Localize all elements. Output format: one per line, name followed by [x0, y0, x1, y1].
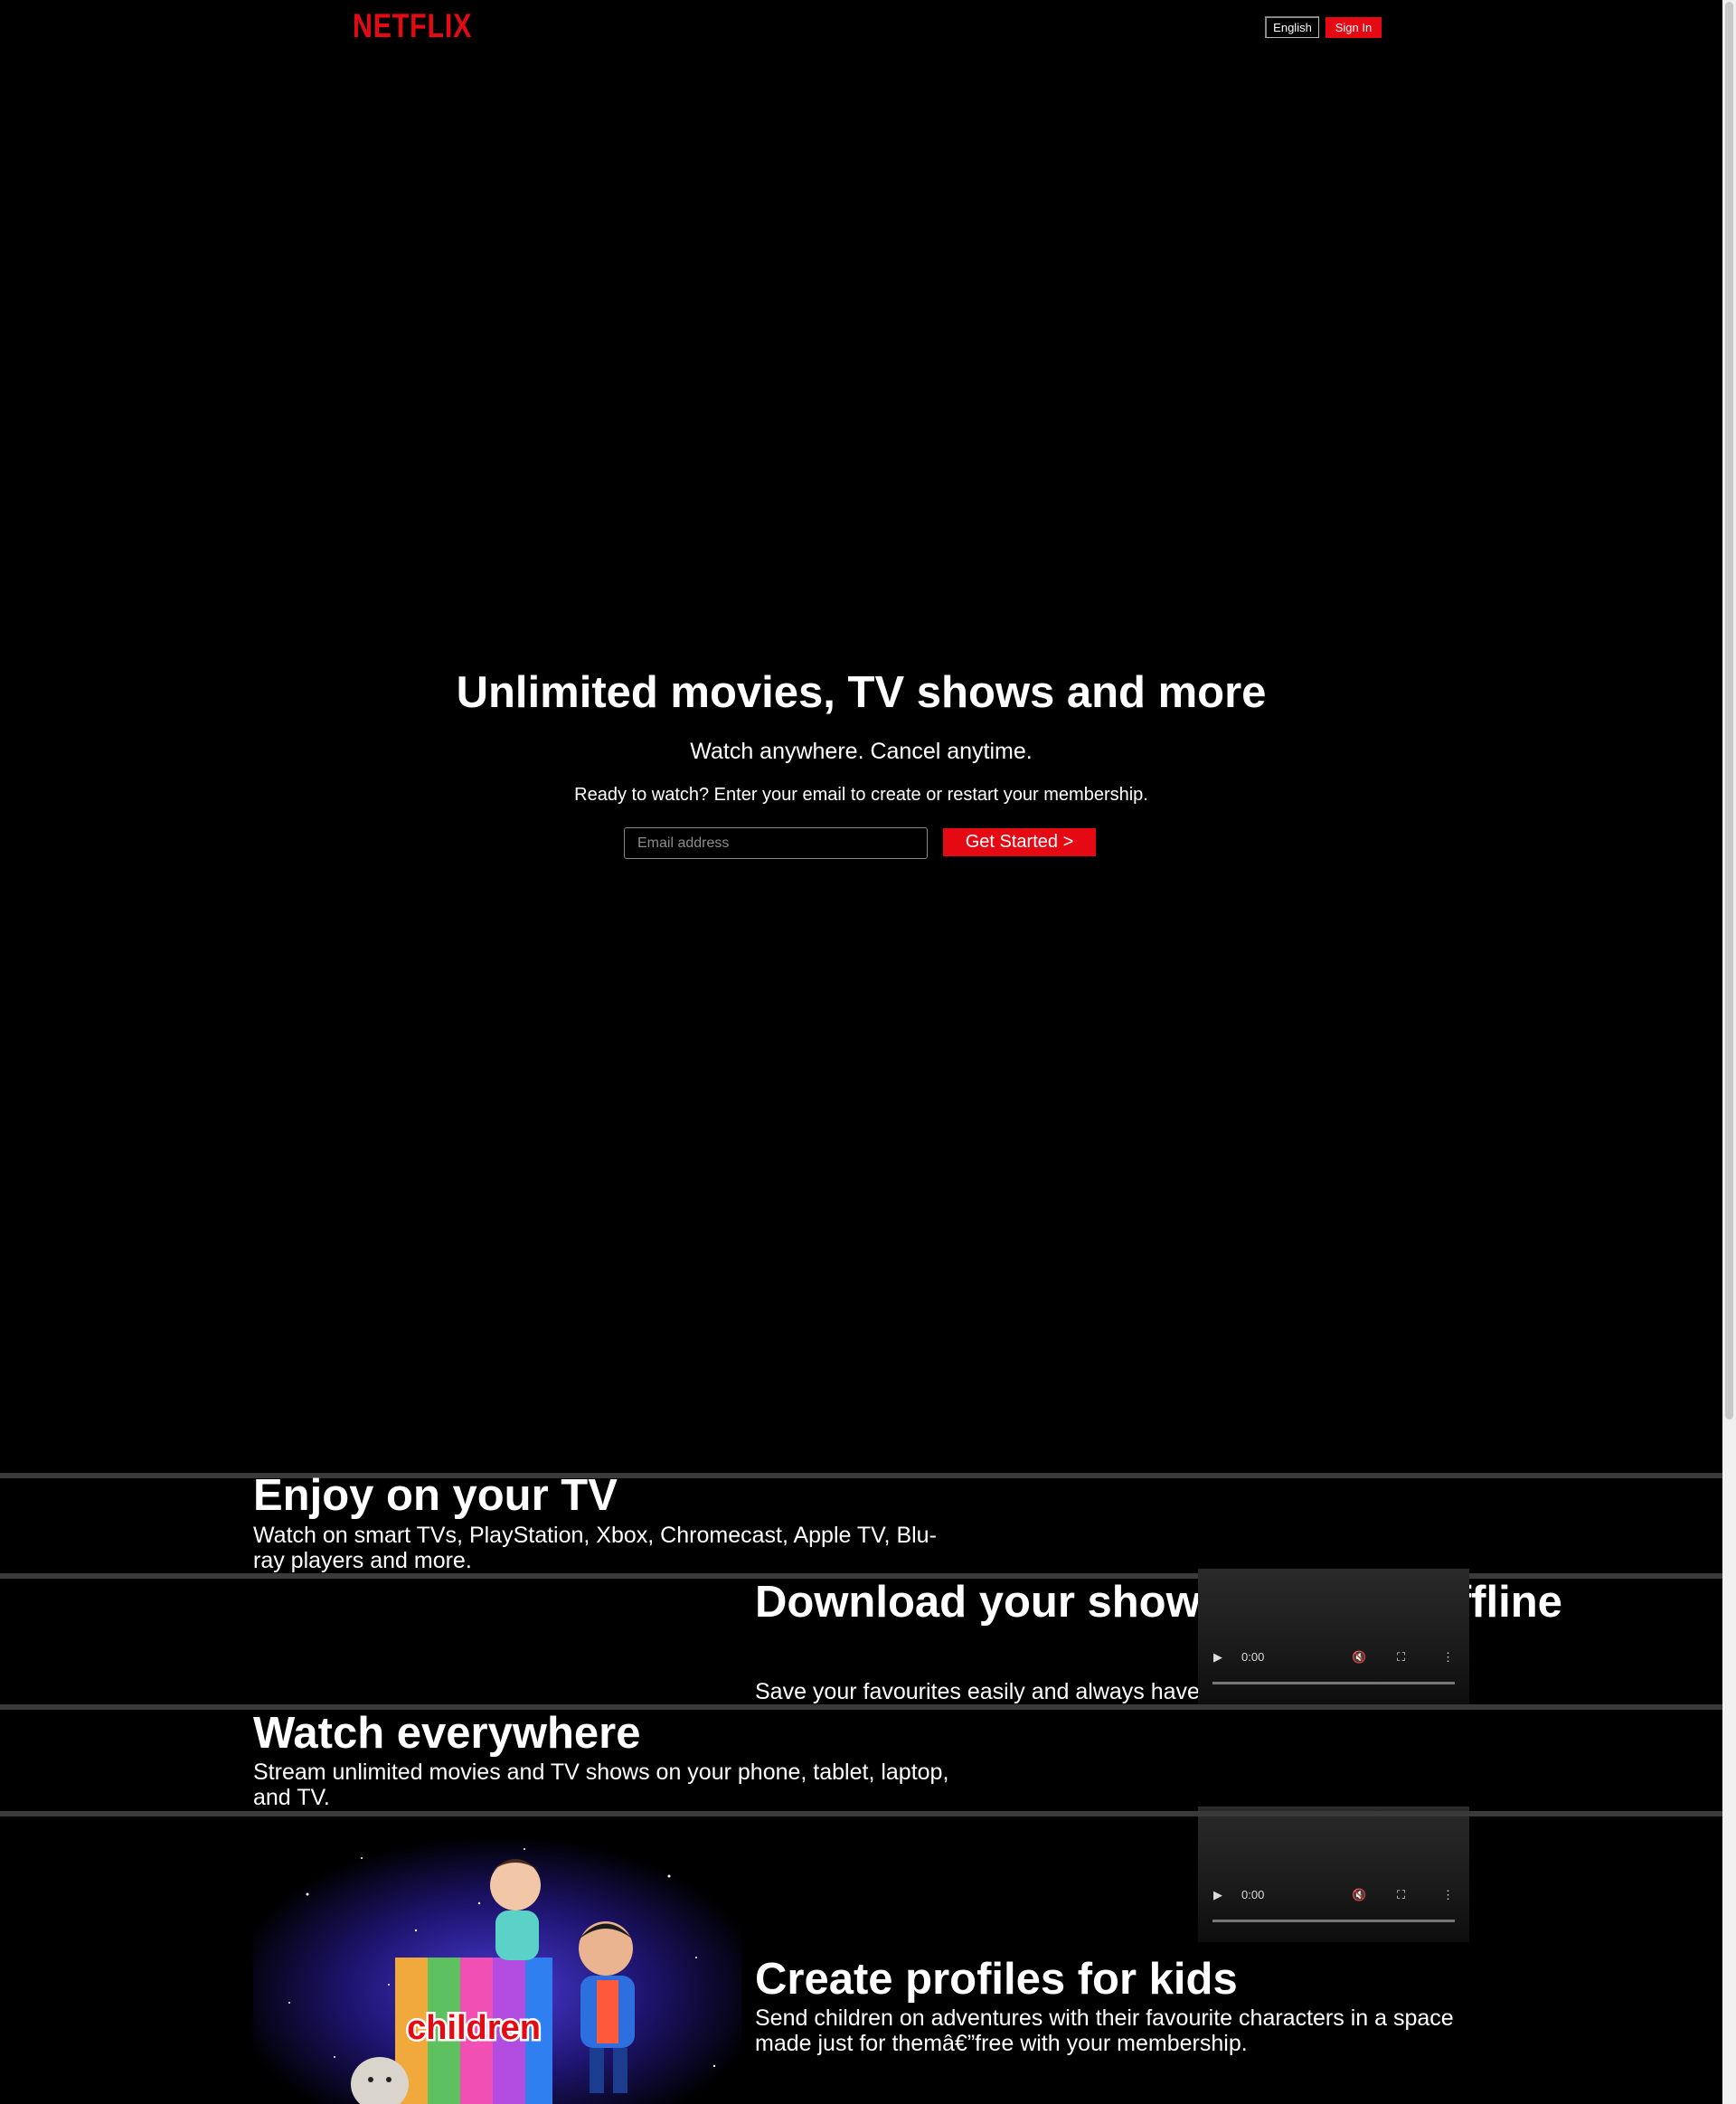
play-icon[interactable]: ▶: [1213, 1888, 1222, 1902]
video-player[interactable]: ▶ 0:00 🔇 ⛶ ⋮: [1198, 1569, 1469, 1704]
email-input[interactable]: [624, 827, 928, 859]
scrollbar-thumb[interactable]: [1725, 2, 1733, 1420]
video-progress-bar[interactable]: [1212, 1682, 1455, 1684]
get-started-button[interactable]: Get Started >: [943, 828, 1096, 856]
video-time: 0:00: [1241, 1888, 1265, 1901]
play-icon[interactable]: ▶: [1213, 1650, 1222, 1665]
hero-ready-text: Ready to watch? Enter your email to crea…: [574, 785, 1148, 805]
section-text-tv: Watch on smart TVs, PlayStation, Xbox, C…: [253, 1523, 937, 1573]
sign-in-button[interactable]: Sign In: [1326, 17, 1382, 38]
section-text-everywhere: Stream unlimited movies and TV shows on …: [253, 1760, 949, 1810]
hero-title: Unlimited movies, TV shows and more: [456, 668, 1267, 717]
kids-profile-image: children: [253, 1822, 741, 2104]
section-title-everywhere: Watch everywhere: [253, 1709, 641, 1758]
more-vertical-icon[interactable]: ⋮: [1442, 1650, 1454, 1665]
more-vertical-icon[interactable]: ⋮: [1442, 1888, 1454, 1902]
section-text-kids: Send children on adventures with their f…: [755, 2005, 1454, 2056]
fullscreen-icon[interactable]: ⛶: [1397, 1888, 1405, 1902]
section-divider: [0, 1811, 1722, 1816]
video-progress-bar[interactable]: [1212, 1920, 1455, 1922]
section-title-tv: Enjoy on your TV: [253, 1471, 618, 1520]
hero-subtitle: Watch anywhere. Cancel anytime.: [690, 739, 1033, 764]
video-player[interactable]: ▶ 0:00 🔇 ⛶ ⋮: [1198, 1807, 1469, 1942]
muted-speaker-icon[interactable]: 🔇: [1352, 1888, 1366, 1902]
scrollbar-track[interactable]: [1722, 0, 1736, 2104]
fullscreen-icon[interactable]: ⛶: [1397, 1650, 1405, 1665]
section-title-kids: Create profiles for kids: [755, 1955, 1238, 2004]
language-select[interactable]: English: [1265, 16, 1319, 38]
video-time: 0:00: [1241, 1650, 1265, 1664]
children-logo-text: children: [407, 2009, 541, 2047]
netflix-logo[interactable]: NETFLIX: [353, 7, 472, 45]
muted-speaker-icon[interactable]: 🔇: [1352, 1650, 1366, 1665]
